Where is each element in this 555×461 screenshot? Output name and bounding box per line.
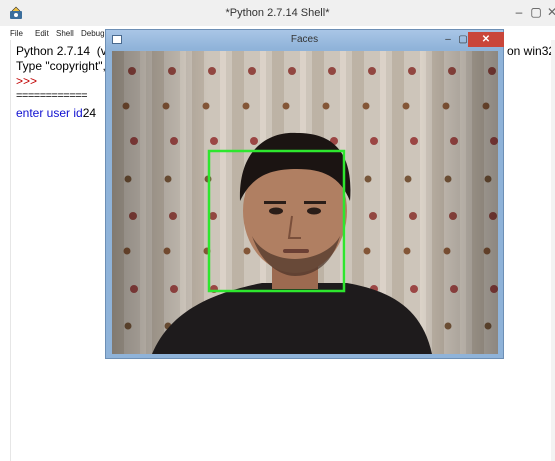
shell-title: *Python 2.7.14 Shell*	[225, 7, 330, 19]
shell-line-copyright: Type "copyright",	[16, 59, 106, 73]
shell-line-version: Python 2.7.14 (v	[16, 44, 107, 58]
faces-window: Faces – ▢ ✕	[105, 29, 504, 359]
shell-titlebar[interactable]: *Python 2.7.14 Shell* – ▢ ✕	[0, 0, 555, 26]
webcam-frame-image	[112, 51, 498, 354]
shell-line-version-right: on win32	[507, 44, 555, 58]
menu-shell[interactable]: Shell	[56, 29, 74, 38]
shell-gutter	[10, 40, 11, 461]
user-id-value: 24	[82, 106, 97, 120]
shell-restart-separator: ============	[16, 90, 88, 102]
webcam-feed	[112, 51, 498, 354]
faces-close-button[interactable]: ✕	[468, 32, 504, 47]
minimize-button[interactable]: –	[510, 4, 528, 20]
menu-file[interactable]: File	[10, 29, 23, 38]
faces-titlebar[interactable]: Faces – ▢ ✕	[106, 30, 504, 49]
input-prompt-label: enter user id	[16, 106, 83, 120]
shell-scrollbar[interactable]	[551, 40, 555, 461]
menu-debug[interactable]: Debug	[81, 29, 105, 38]
shell-prompt: >>>	[16, 74, 38, 88]
faces-minimize-button[interactable]: –	[441, 32, 455, 47]
menu-edit[interactable]: Edit	[35, 29, 49, 38]
shell-input-line[interactable]: enter user id24	[16, 106, 96, 121]
close-button[interactable]: ✕	[543, 4, 555, 20]
